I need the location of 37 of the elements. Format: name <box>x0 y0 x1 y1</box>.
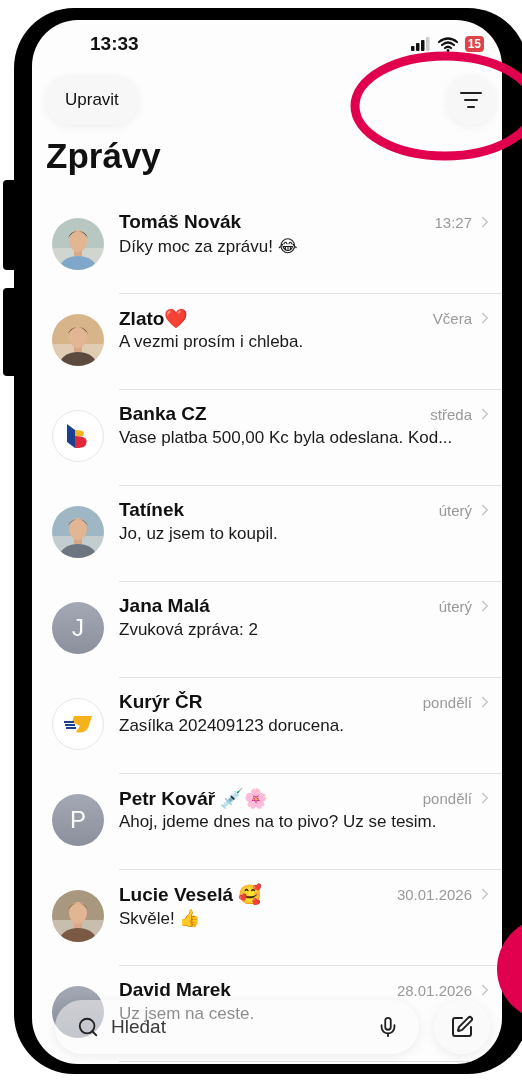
avatar: P <box>52 794 104 846</box>
message-preview: Ahoj, jdeme dnes na to pivo? Uz se tesim. <box>119 812 437 832</box>
contact-name: Lucie Veselá 🥰 <box>119 882 263 906</box>
compose-icon <box>450 1015 474 1039</box>
message-preview: A vezmi prosím i chleba. <box>119 332 304 352</box>
message-preview: Vase platba 500,00 Kc byla odeslana. Kod... <box>119 428 453 448</box>
contact-name: David Marek <box>119 979 231 1001</box>
message-time: pondělí <box>422 693 472 711</box>
contact-name: Petr Kovář 💉🌸 <box>119 786 269 810</box>
message-preview: Skvěle! 👍 <box>119 907 201 929</box>
contact-name: Jana Malá <box>119 595 210 617</box>
message-time: 30.01.2026 <box>396 885 472 903</box>
contact-name: Kurýr ČR <box>119 691 203 713</box>
wifi-icon <box>437 36 458 52</box>
avatar <box>52 986 104 1038</box>
avatar: J <box>52 602 104 654</box>
message-preview: Díky moc za zprávu! 😂 <box>119 235 298 257</box>
message-time: středa <box>430 405 472 423</box>
message-time: úterý <box>438 597 472 615</box>
message-time: pondělí <box>422 789 472 807</box>
contact-name: Tatínek <box>119 499 185 521</box>
page-title: Zprávy <box>45 135 161 177</box>
contact-name: Zlato❤ <box>119 306 189 330</box>
signal-icon <box>410 37 431 51</box>
contact-name: Banka CZ <box>119 403 207 425</box>
battery-level: 15 <box>464 36 484 52</box>
search-icon <box>77 1016 99 1038</box>
message-time: 28.01.2026 <box>396 981 472 999</box>
message-preview: Zvuková zpráva: 2 <box>119 620 258 640</box>
contact-name: Tomáš Novák <box>119 211 242 233</box>
status-time: 13:33 <box>90 33 139 55</box>
message-time: 13:27 <box>434 213 472 231</box>
message-preview: Jo, uz jsem to koupil. <box>119 524 278 544</box>
edit-button[interactable]: Upravit <box>45 75 139 125</box>
message-preview: Zasílka 202409123 dorucena. <box>119 716 344 736</box>
message-time: Včera <box>432 309 472 327</box>
message-time: úterý <box>438 501 472 519</box>
